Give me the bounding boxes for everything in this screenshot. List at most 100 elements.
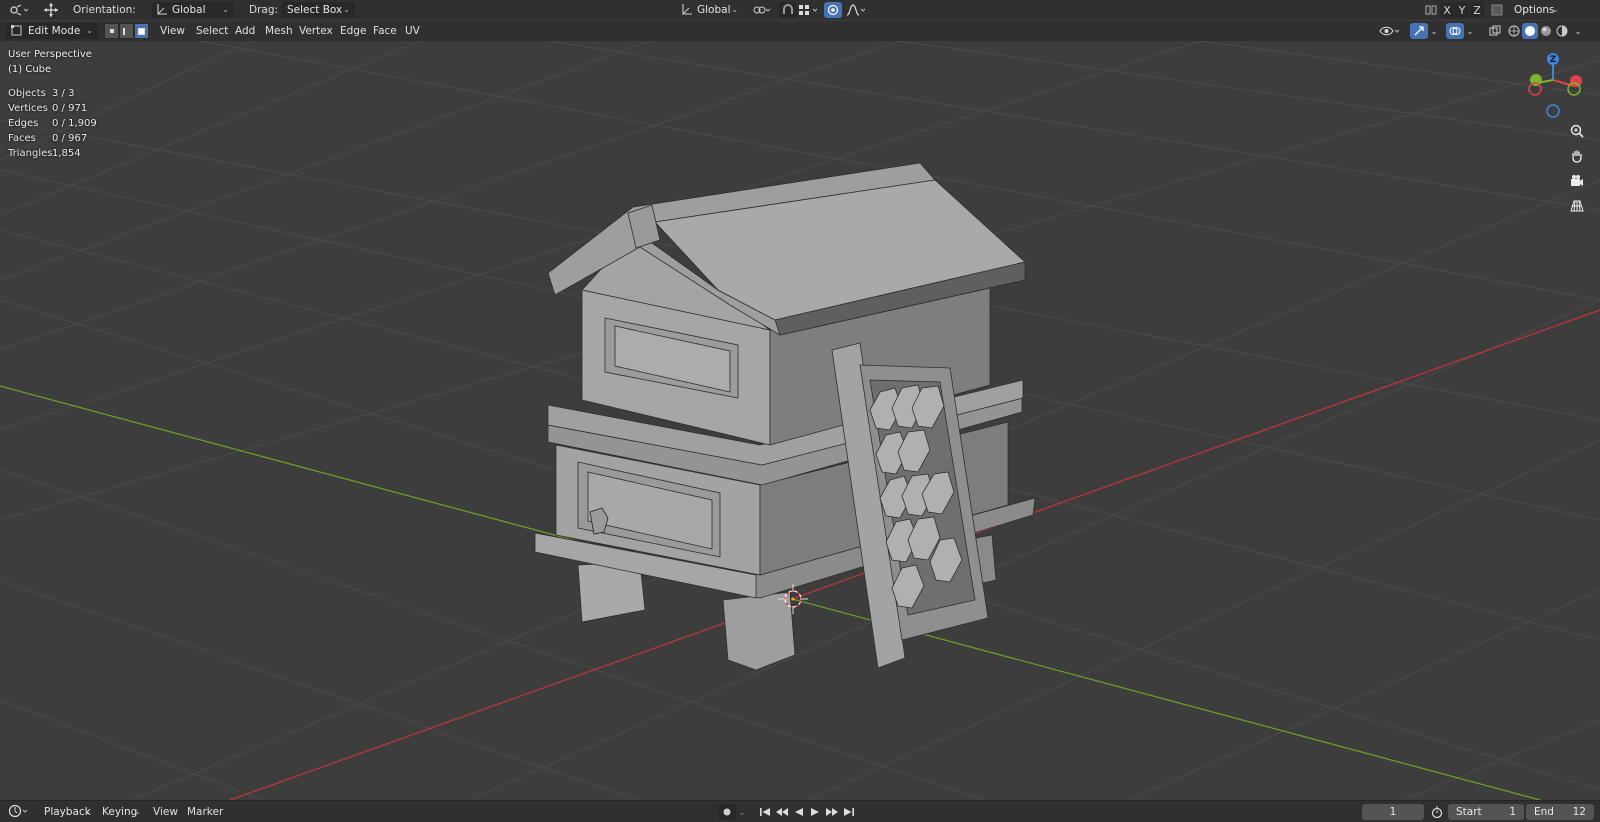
- face-select-mode[interactable]: [134, 23, 149, 39]
- chevron-down-icon: ⌄: [343, 5, 350, 14]
- chevron-down-icon[interactable]: ⌄: [1572, 23, 1584, 39]
- pivot-point-icon[interactable]: [750, 2, 774, 18]
- end-value: 12: [1572, 806, 1586, 818]
- keying-label: Keying: [102, 806, 138, 818]
- stats-label: Faces: [8, 133, 36, 144]
- tool-header: Orientation: Global ⌄ Drag: Select Box ⌄…: [0, 0, 1600, 20]
- end-frame-field[interactable]: End 12: [1526, 804, 1594, 820]
- axis-y-toggle[interactable]: Y: [1455, 2, 1469, 18]
- stats-label: Edges: [8, 118, 39, 129]
- timeline-view-menu[interactable]: View: [149, 804, 182, 820]
- transform-pivot-icon[interactable]: [6, 2, 32, 18]
- 3d-viewport[interactable]: Z User Perspective (1) Cube Objects 3 / 3…: [0, 41, 1600, 800]
- chevron-down-icon[interactable]: ⌄: [1464, 23, 1476, 39]
- axis-x-toggle[interactable]: X: [1440, 2, 1454, 18]
- drag-dropdown[interactable]: Select Box ⌄: [281, 2, 355, 18]
- menu-add[interactable]: Add: [231, 23, 259, 39]
- axis-orientation-icon: [156, 2, 168, 21]
- record-icon[interactable]: [718, 804, 736, 820]
- mode-dropdown[interactable]: Edit Mode ⌄: [6, 23, 98, 39]
- axis-z-label: Z: [1473, 3, 1481, 17]
- orientation-dropdown[interactable]: Global ⌄: [152, 2, 234, 18]
- jump-to-keyframe-forward-icon[interactable]: [823, 804, 841, 820]
- chevron-down-icon: ⌄: [86, 26, 93, 35]
- axis-orientation-icon: [681, 2, 693, 21]
- proportional-editing-icon[interactable]: [824, 2, 842, 18]
- menu-face[interactable]: Face: [369, 23, 401, 39]
- perspective-label: User Perspective: [8, 49, 92, 60]
- chevron-down-icon: ⌄: [134, 807, 141, 816]
- gizmo-x-axis[interactable]: [1570, 75, 1582, 87]
- menu-edge[interactable]: Edge: [336, 23, 370, 39]
- jump-to-end-icon[interactable]: [840, 804, 858, 820]
- start-frame-field[interactable]: Start 1: [1448, 804, 1524, 820]
- current-frame-value: 1: [1389, 806, 1397, 818]
- beehive-mesh[interactable]: [534, 162, 1036, 671]
- chevron-down-icon: ⌄: [84, 807, 91, 816]
- menu-uv[interactable]: UV: [401, 23, 424, 39]
- editor-type-clock-icon[interactable]: [6, 803, 32, 819]
- wireframe-shading-icon[interactable]: [1506, 23, 1522, 39]
- chevron-down-icon[interactable]: ⌄: [1428, 23, 1440, 39]
- options-label: Options: [1514, 4, 1555, 16]
- xray-toggle-icon[interactable]: [1486, 23, 1504, 39]
- marker-menu[interactable]: Marker: [183, 804, 227, 820]
- perspective-toggle-icon[interactable]: [1566, 195, 1588, 217]
- zoom-icon[interactable]: [1566, 120, 1588, 142]
- timeline-header: Playback ⌄ Keying ⌄ View Marker ⌄ 1 Star…: [0, 800, 1600, 822]
- menu-select[interactable]: Select: [192, 23, 232, 39]
- pan-hand-icon[interactable]: [1566, 145, 1588, 167]
- edge-select-mode[interactable]: [119, 23, 134, 39]
- start-value: 1: [1509, 806, 1516, 818]
- visibility-icon[interactable]: [1378, 23, 1404, 39]
- snap-target-icon[interactable]: [796, 2, 822, 18]
- stats-label: Triangles: [8, 148, 53, 159]
- options-dropdown[interactable]: Options ⌄: [1508, 2, 1564, 18]
- keying-menu[interactable]: Keying ⌄: [96, 804, 146, 820]
- solid-shading-icon[interactable]: [1522, 23, 1538, 39]
- camera-view-icon[interactable]: [1566, 170, 1588, 192]
- mirror-icon[interactable]: [1422, 2, 1440, 18]
- menu-view[interactable]: View: [156, 23, 189, 39]
- transform-orientation-value: Global: [697, 4, 731, 16]
- stats-objects: Objects 3 / 3: [8, 88, 74, 99]
- material-shading-icon[interactable]: [1538, 23, 1554, 39]
- stats-value: 3 / 3: [52, 88, 75, 99]
- scene-canvas[interactable]: Z: [0, 41, 1600, 800]
- axis-y-label: Y: [1458, 3, 1466, 17]
- stopwatch-icon[interactable]: [1428, 804, 1446, 820]
- vertex-select-icon: [109, 29, 114, 33]
- current-frame-field[interactable]: 1: [1362, 804, 1424, 820]
- vertex-select-mode[interactable]: [104, 23, 119, 39]
- menu-vertex[interactable]: Vertex: [295, 23, 337, 39]
- rendered-shading-icon[interactable]: [1554, 23, 1570, 39]
- play-icon[interactable]: [806, 804, 824, 820]
- jump-to-keyframe-back-icon[interactable]: [773, 804, 791, 820]
- stats-value: 0 / 967: [52, 133, 88, 144]
- stats-triangles: Triangles1,854: [8, 148, 81, 159]
- falloff-curve-icon[interactable]: [844, 2, 870, 18]
- axis-z-toggle[interactable]: Z: [1470, 2, 1484, 18]
- playback-menu[interactable]: Playback ⌄: [38, 804, 96, 820]
- stats-value: 0 / 1,909: [52, 118, 97, 129]
- edit-mode-icon: [11, 23, 23, 42]
- transform-orientation-dropdown[interactable]: Global ⌄: [677, 2, 743, 18]
- auto-merge-icon[interactable]: [1488, 2, 1506, 18]
- stats-label: Vertices: [8, 103, 48, 114]
- orientation-value: Global: [172, 4, 206, 16]
- end-label: End: [1534, 806, 1554, 818]
- axis-x-label: X: [1443, 3, 1451, 17]
- gizmo-toggle-icon[interactable]: [1410, 23, 1428, 39]
- move-tool-icon[interactable]: [40, 2, 62, 18]
- edge-select-icon: [123, 27, 130, 35]
- drag-value: Select Box: [287, 4, 343, 16]
- jump-to-start-icon[interactable]: [756, 804, 774, 820]
- object-name-label: (1) Cube: [8, 64, 52, 75]
- chevron-down-icon: ⌄: [222, 5, 229, 14]
- stats-label: Objects: [8, 88, 46, 99]
- snap-toggle-icon[interactable]: [779, 2, 797, 18]
- menu-mesh[interactable]: Mesh: [261, 23, 297, 39]
- chevron-down-icon[interactable]: ⌄: [736, 804, 748, 820]
- stats-faces: Faces 0 / 967: [8, 133, 87, 144]
- overlays-toggle-icon[interactable]: [1446, 23, 1464, 39]
